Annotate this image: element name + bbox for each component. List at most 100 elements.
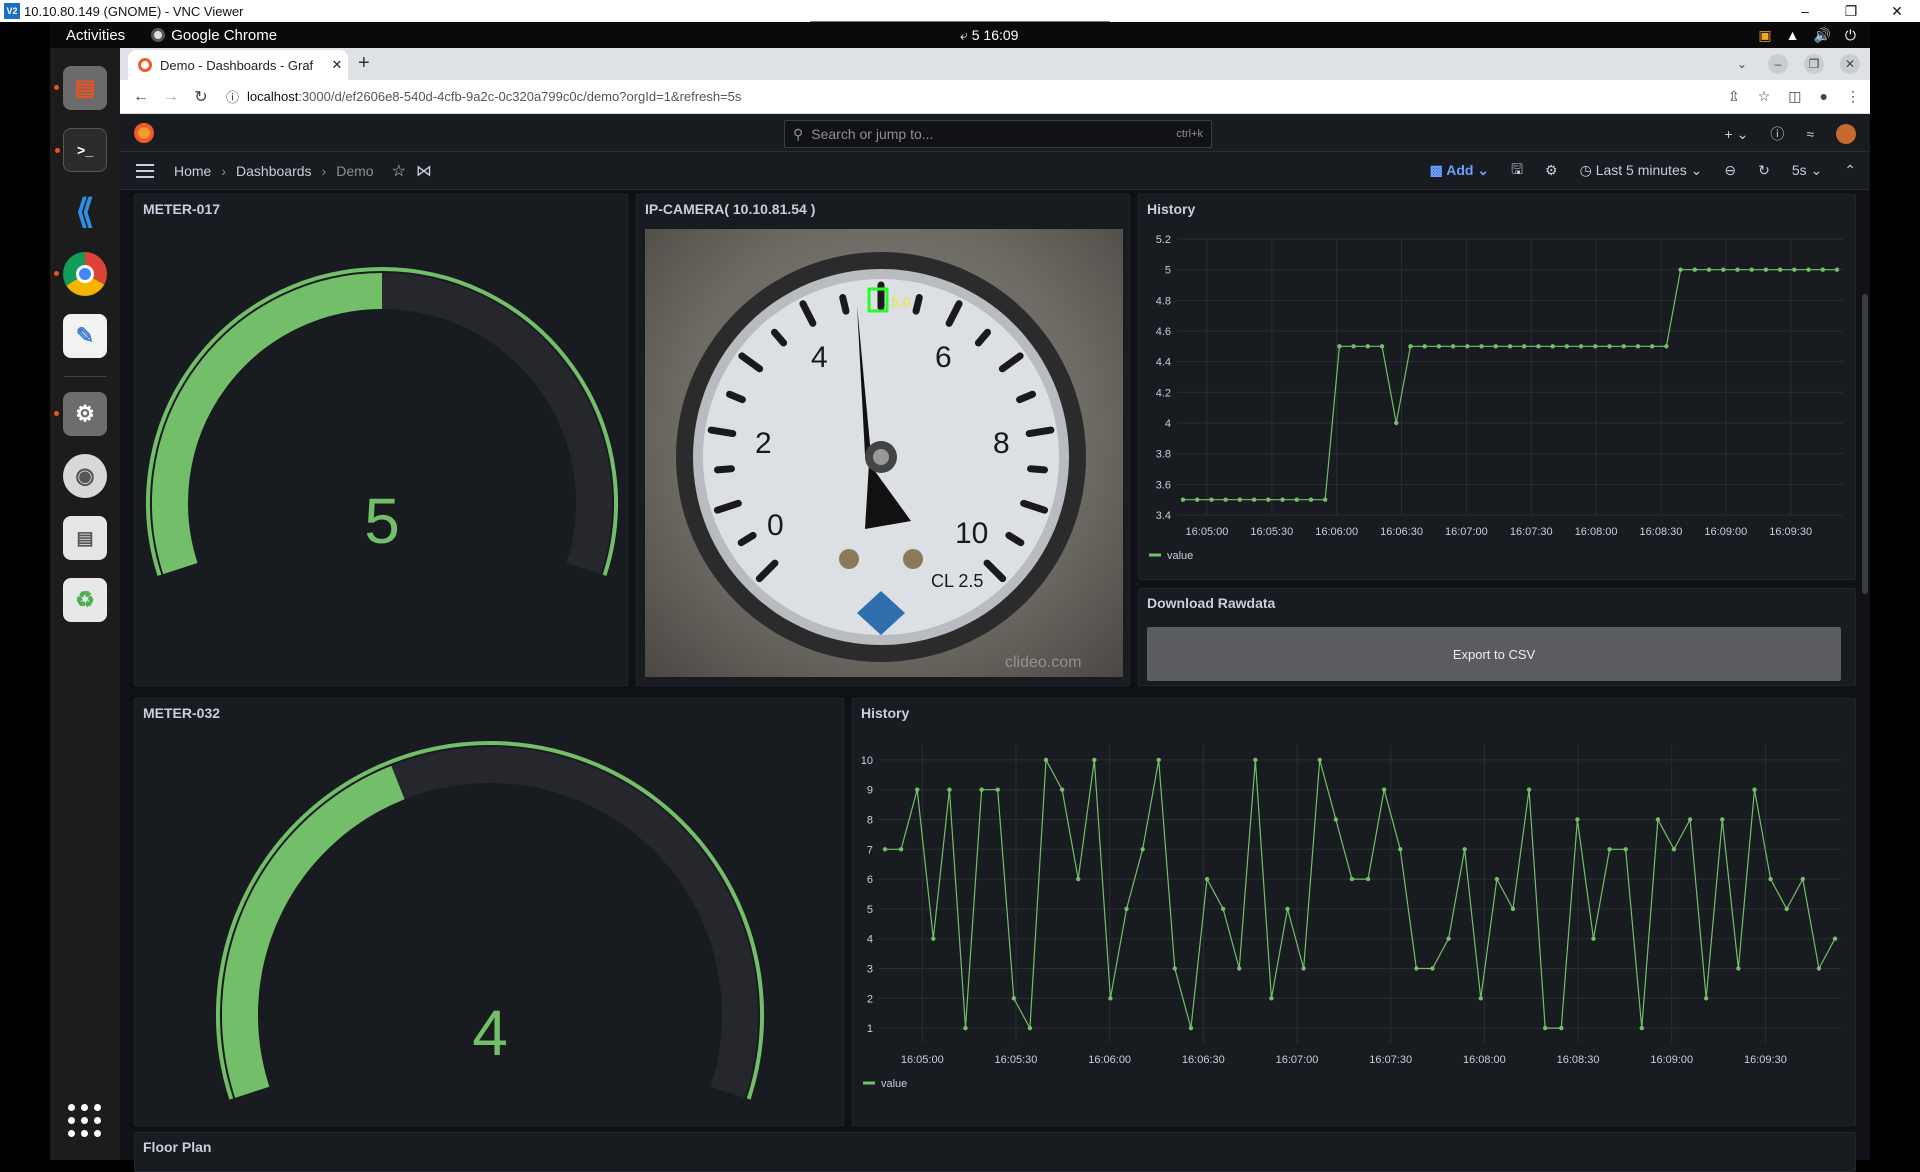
data-point bbox=[1593, 344, 1598, 349]
panel-history-1[interactable]: History 3.4 3.6 3.8 4 4.2 4.4 4.6 4.8 5 5.2 16:05:… bbox=[1138, 194, 1856, 580]
data-point bbox=[1559, 1025, 1564, 1031]
news-rss-icon[interactable]: ≈ bbox=[1806, 126, 1814, 142]
dial-label: 4 bbox=[811, 341, 828, 374]
panel-ip-camera[interactable]: IP-CAMERA( 10.10.81.54 ) 0 2 4 6 8 10 CL… bbox=[636, 194, 1130, 686]
share-dashboard-icon[interactable]: ⋈ bbox=[416, 161, 432, 181]
refresh-interval-picker[interactable]: 5s ⌄ bbox=[1792, 162, 1822, 179]
dial-tick bbox=[707, 426, 737, 438]
close-icon[interactable]: ✕ bbox=[1874, 3, 1920, 20]
page-scrollbar[interactable] bbox=[1862, 294, 1868, 594]
window-minimize-icon[interactable]: – bbox=[1768, 54, 1788, 74]
x-tick-label: 16:07:30 bbox=[1510, 526, 1553, 538]
search-input[interactable]: ⚲ Search or jump to... ctrl+k bbox=[784, 120, 1212, 148]
data-point bbox=[1494, 876, 1500, 882]
panel-history-2[interactable]: History 1 2 3 4 5 6 7 8 9 10 16:05:00 16:05:30 16:06… bbox=[852, 698, 1856, 1126]
data-point bbox=[1526, 787, 1532, 792]
clock[interactable]: ⤶ 5 16:09 bbox=[960, 27, 1018, 44]
forward-icon[interactable]: → bbox=[156, 88, 186, 106]
disc-icon[interactable]: ◉ bbox=[63, 454, 107, 498]
tab-close-icon[interactable]: ✕ bbox=[326, 57, 348, 73]
data-point bbox=[1649, 344, 1655, 349]
data-point bbox=[1687, 817, 1693, 822]
profile-icon[interactable]: ● bbox=[1820, 88, 1828, 105]
text-editor-icon[interactable]: ✎ bbox=[63, 314, 107, 358]
dial-tick bbox=[1025, 426, 1055, 438]
new-tab-icon[interactable]: + bbox=[358, 52, 370, 75]
user-avatar[interactable] bbox=[1836, 124, 1856, 144]
terminal-icon[interactable]: >_ bbox=[55, 128, 107, 172]
data-point bbox=[1436, 344, 1442, 349]
save-icon[interactable]: 🖫 bbox=[1511, 159, 1523, 183]
data-point bbox=[882, 847, 888, 852]
grafana-favicon-icon bbox=[138, 58, 152, 72]
reload-icon[interactable]: ↻ bbox=[186, 87, 216, 107]
export-csv-button[interactable]: Export to CSV bbox=[1147, 627, 1841, 681]
refresh-icon[interactable]: ↻ bbox=[1758, 162, 1770, 179]
share-icon[interactable]: ⇫ bbox=[1728, 88, 1740, 105]
add-button[interactable]: ▩ Add ⌄ bbox=[1430, 162, 1489, 179]
power-icon[interactable]: ⏻ bbox=[1845, 27, 1856, 44]
y-tick-label: 10 bbox=[861, 755, 873, 767]
data-point bbox=[1308, 497, 1314, 502]
app-menu[interactable]: Google Chrome bbox=[151, 27, 277, 44]
data-point bbox=[1209, 497, 1214, 502]
new-plus-icon[interactable]: + ⌄ bbox=[1725, 126, 1749, 143]
data-point bbox=[963, 1025, 968, 1031]
chrome-icon[interactable] bbox=[54, 252, 107, 296]
data-point bbox=[1124, 906, 1129, 912]
activities-button[interactable]: Activities bbox=[50, 27, 137, 44]
side-panel-icon[interactable]: ◫ bbox=[1788, 88, 1801, 105]
favorite-star-icon[interactable]: ☆ bbox=[392, 161, 406, 181]
address-bar[interactable]: ⓘ localhost:3000/d/ef2606e8-540d-4cfb-9a… bbox=[226, 87, 741, 106]
grafana-app: ⚲ Search or jump to... ctrl+k + ⌄ ⓘ ≈ Ho… bbox=[120, 114, 1870, 1172]
data-point bbox=[1394, 420, 1399, 426]
notification-icon[interactable]: ▣ bbox=[1758, 27, 1771, 44]
back-icon[interactable]: ← bbox=[126, 88, 156, 106]
legend-label: value bbox=[881, 1078, 907, 1090]
running-indicator bbox=[54, 411, 59, 416]
panel-meter-017[interactable]: METER-017 5 bbox=[134, 194, 628, 686]
breadcrumb-dashboards[interactable]: Dashboards bbox=[236, 163, 312, 179]
maximize-icon[interactable]: ❐ bbox=[1828, 3, 1874, 20]
data-point bbox=[1784, 906, 1789, 912]
data-point bbox=[1816, 966, 1822, 971]
collapse-icon[interactable]: ⌃ bbox=[1844, 162, 1856, 179]
drive-icon[interactable]: ▤ bbox=[63, 516, 107, 560]
data-point bbox=[1269, 996, 1274, 1001]
dial-label: 10 bbox=[955, 517, 988, 550]
window-restore-icon[interactable]: ❐ bbox=[1804, 54, 1824, 74]
data-point bbox=[1027, 1025, 1033, 1031]
x-tick-label: 16:08:30 bbox=[1640, 526, 1683, 538]
volume-icon[interactable]: 🔊 bbox=[1813, 27, 1830, 44]
data-point bbox=[1678, 267, 1683, 272]
menu-dots-icon[interactable]: ⋮ bbox=[1846, 88, 1860, 105]
files-icon[interactable]: ▤ bbox=[54, 66, 107, 110]
vscode-icon[interactable]: ⟪ bbox=[63, 190, 107, 234]
window-close-icon[interactable]: ✕ bbox=[1840, 54, 1860, 74]
data-point bbox=[1465, 344, 1470, 349]
settings-icon[interactable]: ⚙ bbox=[54, 392, 107, 436]
bookmark-star-icon[interactable]: ☆ bbox=[1758, 88, 1771, 105]
y-tick-label: 3.4 bbox=[1156, 510, 1171, 522]
browser-tab[interactable]: Demo - Dashboards - Graf ✕ bbox=[128, 50, 348, 80]
panel-meter-032[interactable]: METER-032 4 bbox=[134, 698, 844, 1126]
trash-icon[interactable]: ♻ bbox=[63, 578, 107, 622]
zoom-out-icon[interactable]: ⊖ bbox=[1724, 162, 1736, 179]
panel-floor-plan[interactable]: Floor Plan bbox=[134, 1132, 1856, 1172]
settings-gear-icon[interactable]: ⚙ bbox=[1545, 162, 1558, 179]
site-info-icon[interactable]: ⓘ bbox=[226, 87, 239, 106]
data-point bbox=[1140, 847, 1145, 852]
minimize-icon[interactable]: – bbox=[1782, 3, 1828, 19]
system-tray[interactable]: ▣ ▲ 🔊 ⏻ bbox=[1758, 27, 1856, 44]
menu-icon[interactable] bbox=[136, 163, 154, 178]
network-icon[interactable]: ▲ bbox=[1786, 27, 1800, 44]
data-point bbox=[1333, 817, 1339, 822]
grafana-logo-icon[interactable] bbox=[134, 123, 154, 143]
x-tick-label: 16:06:30 bbox=[1182, 1054, 1225, 1066]
time-range-picker[interactable]: ◷ Last 5 minutes ⌄ bbox=[1580, 162, 1703, 179]
help-icon[interactable]: ⓘ bbox=[1770, 124, 1784, 144]
show-apps-icon[interactable] bbox=[68, 1104, 102, 1138]
data-point bbox=[1671, 847, 1677, 852]
breadcrumb-home[interactable]: Home bbox=[174, 163, 211, 179]
tab-search-icon[interactable]: ⌄ bbox=[1732, 54, 1752, 74]
